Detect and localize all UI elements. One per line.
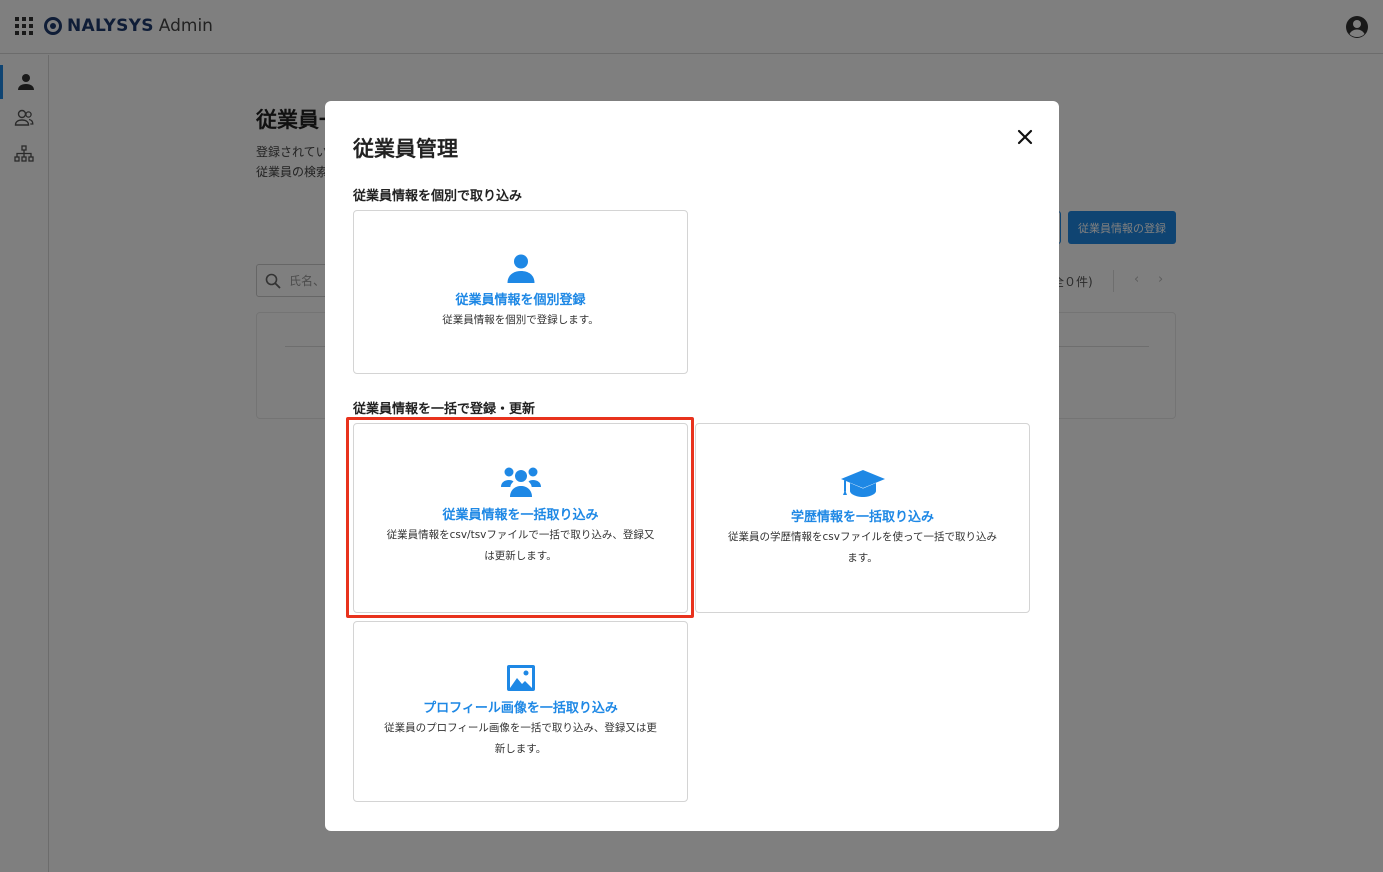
card-title: プロフィール画像を一括取り込み [423, 701, 618, 716]
card-description: 従業員情報をcsv/tsvファイルで一括で取り込み、登録又は更新します。 [386, 529, 655, 562]
card-bulk-import[interactable]: 従業員情報を一括取り込み 従業員情報をcsv/tsvファイルで一括で取り込み、登… [353, 423, 688, 613]
card-title: 従業員情報を個別登録 [455, 293, 586, 308]
image-icon [506, 665, 535, 691]
group-icon [500, 467, 541, 497]
card-individual-register[interactable]: 従業員情報を個別登録 従業員情報を個別で登録します。 [353, 210, 688, 374]
card-title: 従業員情報を一括取り込み [442, 508, 599, 523]
card-profile-image-import[interactable]: プロフィール画像を一括取り込み 従業員のプロフィール画像を一括で取り込み、登録又… [353, 621, 688, 802]
section-bulk-label: 従業員情報を一括で登録・更新 [353, 402, 536, 417]
card-education-import[interactable]: 学歴情報を一括取り込み 従業員の学歴情報をcsvファイルを使って一括で取り込みま… [695, 423, 1030, 613]
close-button[interactable] [1013, 125, 1037, 149]
dialog-title: 従業員管理 [353, 137, 458, 161]
graduation-cap-icon [840, 470, 885, 497]
card-description: 従業員の学歴情報をcsvファイルを使って一括で取り込みます。 [728, 531, 997, 564]
card-description: 従業員のプロフィール画像を一括で取り込み、登録又は更新します。 [384, 722, 657, 755]
section-individual-label: 従業員情報を個別で取り込み [353, 189, 523, 204]
employee-management-dialog: 従業員管理 従業員情報を個別で取り込み 従業員情報を個別登録 従業員情報を個別で… [325, 101, 1059, 831]
card-title: 学歴情報を一括取り込み [790, 510, 934, 525]
person-icon [507, 254, 534, 283]
card-description: 従業員情報を個別で登録します。 [442, 314, 599, 326]
close-icon [1017, 129, 1033, 145]
